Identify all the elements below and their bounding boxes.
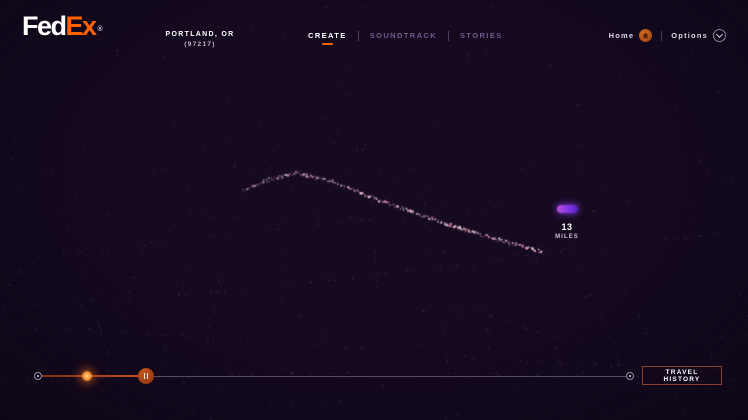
location-city: PORTLAND, OR: [160, 31, 240, 38]
nav-tab-create[interactable]: CREATE: [308, 31, 347, 45]
distance-value: 13: [549, 222, 585, 232]
nav-tab-soundtrack[interactable]: SOUNDTRACK: [370, 31, 437, 45]
logo-text-ex: Ex: [66, 11, 96, 41]
location-zip: (97217): [160, 41, 240, 48]
nav-tab-soundtrack-label: SOUNDTRACK: [370, 31, 437, 40]
timeline-start-marker[interactable]: [34, 372, 42, 380]
chevron-down-icon[interactable]: [713, 29, 726, 42]
travel-history-button[interactable]: TRAVEL HISTORY: [642, 366, 722, 385]
timeline-end-marker[interactable]: [626, 372, 634, 380]
logo-text-fed: Fed: [22, 11, 66, 41]
registered-trademark: ®: [98, 26, 103, 33]
timeline-track-remaining[interactable]: [154, 376, 626, 377]
active-tab-underline: [322, 43, 333, 45]
tooltip-glow-bar: [557, 205, 578, 213]
timeline-waypoint-dot[interactable]: [81, 370, 93, 382]
nav-tab-stories[interactable]: STORIES: [460, 31, 503, 45]
home-link[interactable]: Home: [609, 31, 635, 40]
pause-button[interactable]: [138, 368, 154, 384]
timeline-track-elapsed[interactable]: [42, 375, 146, 377]
location-indicator: PORTLAND, OR (97217): [160, 31, 240, 48]
nav-divider: [448, 31, 449, 41]
pause-icon: [144, 373, 146, 379]
distance-unit: MILES: [549, 234, 585, 240]
fedex-logo[interactable]: FedEx®: [22, 13, 103, 40]
main-nav: CREATE SOUNDTRACK STORIES: [308, 31, 503, 45]
nav-tab-create-label: CREATE: [308, 31, 347, 40]
distance-tooltip: 13 MILES: [549, 205, 585, 240]
nav-tab-stories-label: STORIES: [460, 31, 503, 40]
nav-divider: [358, 31, 359, 41]
header: FedEx® PORTLAND, OR (97217) CREATE SOUND…: [0, 0, 748, 60]
options-menu[interactable]: Options: [671, 31, 708, 40]
fedex-map-experience: FedEx® PORTLAND, OR (97217) CREATE SOUND…: [0, 0, 748, 420]
particle-map-visualization[interactable]: [0, 0, 748, 420]
home-icon[interactable]: [639, 29, 652, 42]
menu-divider: [661, 31, 662, 41]
user-menu: Home Options: [609, 29, 726, 42]
